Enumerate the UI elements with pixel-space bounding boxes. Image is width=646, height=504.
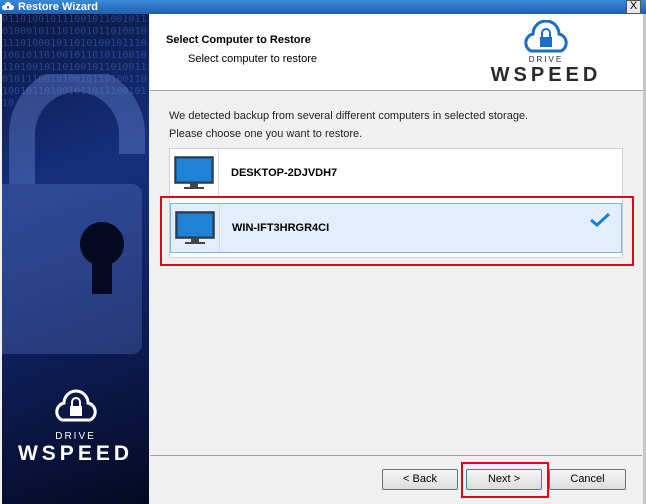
header-logo: DRIVE WSPEED: [486, 19, 606, 87]
sidebar-banner: 0110100101110010110010110100010111010010…: [2, 14, 149, 504]
sidebar-logo-brand: WSPEED: [17, 442, 133, 465]
padlock-illustration: [2, 74, 145, 354]
computer-icon-box: [170, 149, 219, 197]
computer-name: DESKTOP-2DJVDH7: [231, 167, 338, 179]
cancel-button[interactable]: Cancel: [549, 469, 626, 490]
page-subtitle: Select computer to restore: [188, 53, 318, 65]
header-logo-brand: WSPEED: [490, 64, 602, 86]
intro-text: We detected backup from several differen…: [169, 107, 528, 143]
window-title: Restore Wizard: [18, 1, 98, 13]
header-logo-drive: DRIVE: [528, 55, 564, 64]
wizard-header: Select Computer to Restore Select comput…: [150, 14, 646, 91]
intro-line-1: We detected backup from several differen…: [169, 110, 529, 122]
footer-separator: [150, 455, 642, 456]
cloud-lock-icon: [2, 2, 14, 10]
window-title-bar[interactable]: Restore Wizard X: [0, 0, 646, 14]
cloud-lock-logo-icon: [54, 389, 97, 422]
monitor-icon: [174, 156, 214, 189]
page-title: Select Computer to Restore: [166, 34, 311, 46]
back-button[interactable]: < Back: [382, 469, 458, 490]
cloud-lock-logo-icon: [524, 19, 568, 53]
sidebar-logo: DRIVE WSPEED: [2, 386, 149, 466]
computer-item-desktop-2djvdh7[interactable]: DESKTOP-2DJVDH7: [170, 149, 622, 199]
sidebar-logo-drive: DRIVE: [55, 431, 96, 442]
close-button[interactable]: X: [626, 0, 641, 14]
next-highlight-box: [461, 462, 549, 498]
selection-highlight-box: [160, 196, 634, 266]
intro-line-2: Please choose one you want to restore.: [169, 128, 363, 140]
